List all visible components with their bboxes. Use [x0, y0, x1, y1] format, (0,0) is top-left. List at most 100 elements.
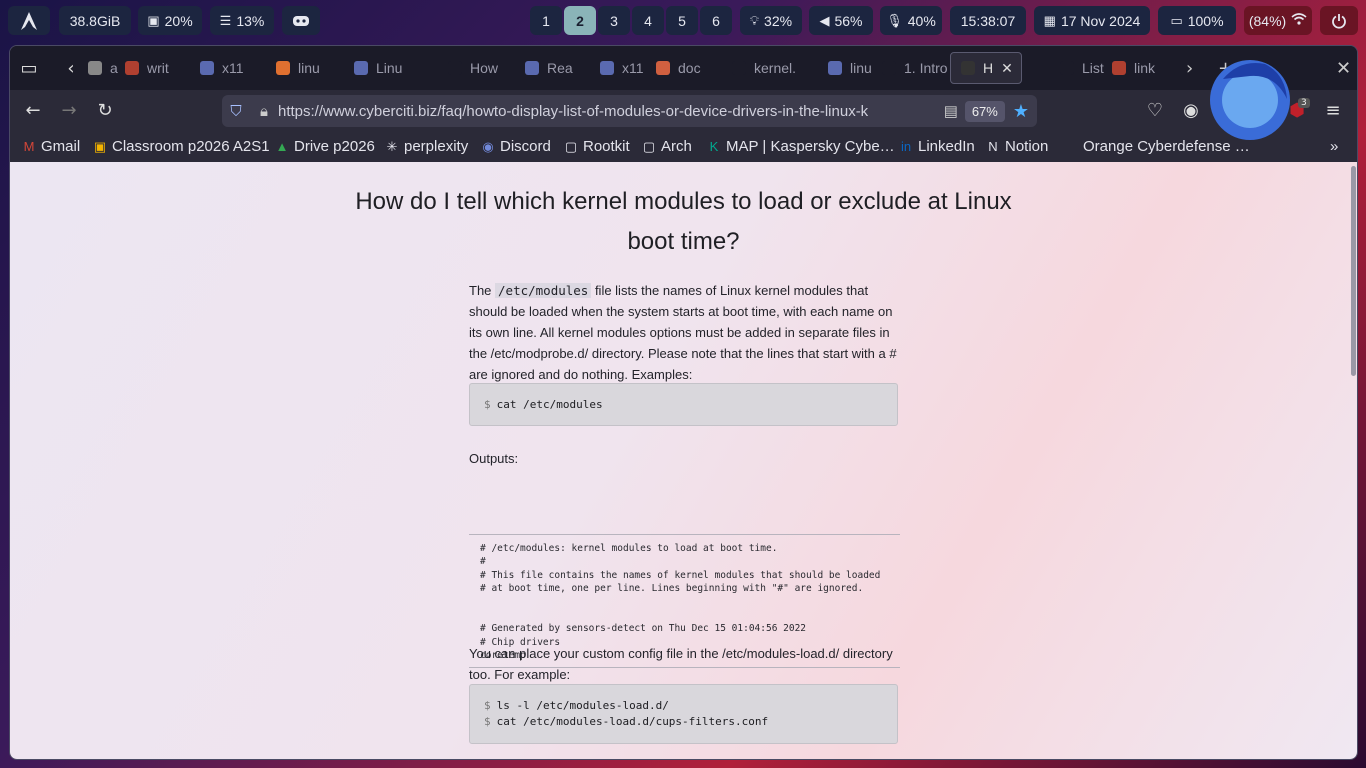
browser-tab[interactable]: List [1060, 52, 1104, 84]
browser-tab[interactable]: linu [276, 52, 320, 84]
system-top-bar: 38.8GiB ▣ 20% ☰ 13% 1 2 3 4 5 6 💡︎ 32% ◀… [0, 0, 1366, 42]
command-text: cat /etc/modules [496, 398, 603, 411]
power-icon[interactable] [1320, 6, 1358, 35]
bookmark-item[interactable]: in LinkedIn [899, 138, 975, 155]
clock-widget[interactable]: 15:38:07 [950, 6, 1026, 35]
bookmark-star-icon[interactable]: ★ [1013, 101, 1029, 122]
browser-tab[interactable]: a [88, 52, 118, 84]
browser-tab[interactable]: Linu [354, 52, 402, 84]
memory-widget[interactable]: 38.8GiB [59, 6, 131, 35]
close-window-icon[interactable]: ✕ [1336, 58, 1351, 79]
browser-tab[interactable]: H ✕ [950, 52, 1022, 84]
firefox-window: ▭ ‹ a writ x11 linu Linu How Rea x11 doc kernel. l… [9, 45, 1358, 760]
memory-value: 38.8GiB [69, 12, 121, 29]
discord-tray-icon[interactable] [282, 6, 320, 35]
hamburger-menu-icon[interactable]: ≡ [1322, 100, 1344, 121]
browser-tab[interactable]: writ [125, 52, 169, 84]
web-page-content: How do I tell which kernel modules to lo… [10, 162, 1357, 759]
reload-icon[interactable]: ↻ [94, 100, 116, 121]
intro-paragraph: The /etc/modules file lists the names of… [469, 283, 897, 382]
zoom-level-button[interactable]: 67% [964, 100, 1005, 122]
forward-arrow-icon[interactable]: → [58, 100, 80, 121]
microphone-widget[interactable]: 🎙︎ 40% [880, 6, 942, 35]
kaspersky-icon: K [709, 139, 719, 154]
microphone-icon: 🎙︎ [886, 12, 903, 28]
bookmark-label: Rootkit [583, 138, 630, 155]
date-widget[interactable]: ▦ 17 Nov 2024 [1034, 6, 1150, 35]
load-widget[interactable]: ☰ 13% [210, 6, 274, 35]
tab-favicon-icon [732, 61, 746, 75]
command-box-1[interactable]: $ cat /etc/modules [469, 383, 898, 426]
browser-tab[interactable]: doc [656, 52, 701, 84]
bookmark-label: Drive p2026 [294, 138, 375, 155]
bookmark-label: perplexity [404, 138, 469, 155]
workspace-3[interactable]: 3 [598, 6, 630, 35]
bookmark-item[interactable]: K MAP | Kaspersky Cybe… [707, 138, 895, 155]
close-tab-icon[interactable]: ✕ [1001, 60, 1013, 77]
browser-tab[interactable]: How [448, 52, 498, 84]
bookmark-item[interactable]: M Gmail [22, 138, 81, 155]
scroll-tabs-right-icon[interactable]: › [1186, 58, 1193, 79]
cpu-value: 20% [164, 12, 193, 29]
bookmark-item[interactable]: ◉ Discord [481, 138, 551, 155]
tab-favicon-icon [525, 61, 539, 75]
wifi-widget[interactable]: (84%) [1244, 6, 1312, 35]
cpu-widget[interactable]: ▣ 20% [138, 6, 202, 35]
url-text[interactable]: https://www.cyberciti.biz/faq/howto-disp… [278, 103, 937, 120]
bookmark-item[interactable]: ▲ Drive p2026 [275, 138, 375, 155]
bookmark-item[interactable]: ▢ Rootkit [564, 138, 630, 155]
bookmark-item[interactable]: ▢ Arch [642, 138, 692, 155]
bookmark-label: Notion [1005, 138, 1049, 155]
account-icon[interactable]: ◉ [1180, 100, 1202, 121]
bookmark-item[interactable]: ✳ perplexity [385, 138, 469, 155]
workspace-5[interactable]: 5 [666, 6, 698, 35]
tab-label: How [470, 60, 499, 76]
lock-icon[interactable]: 🔒︎ [250, 103, 278, 120]
browser-tab[interactable]: 1. Intro [882, 52, 948, 84]
workspace-4[interactable]: 4 [632, 6, 664, 35]
folder-icon: ▢ [564, 138, 578, 154]
more-bookmarks-chevron-icon[interactable]: » [1330, 138, 1338, 155]
page-scrollbar[interactable] [1351, 166, 1356, 376]
arch-logo-icon[interactable] [8, 6, 50, 35]
linkedin-icon: in [900, 139, 912, 154]
battery-widget[interactable]: ▭ 100% [1158, 6, 1236, 35]
discord-icon: ◉ [482, 138, 494, 154]
outputs-label: Outputs: [469, 451, 519, 466]
url-bar[interactable]: ⛉ 🔒︎ https://www.cyberciti.biz/faq/howto… [222, 95, 1037, 127]
workspace-1[interactable]: 1 [530, 6, 562, 35]
tab-favicon-icon [125, 61, 139, 75]
command-box-2[interactable]: $ ls -l /etc/modules-load.d/ $ cat /etc/mo… [469, 684, 898, 744]
brightness-widget[interactable]: 💡︎ 32% [740, 6, 802, 35]
workspace-6[interactable]: 6 [700, 6, 732, 35]
browser-tab[interactable]: link [1112, 52, 1155, 84]
article: How do I tell which kernel modules to lo… [10, 162, 1357, 759]
reader-view-icon[interactable]: ▤ [937, 102, 965, 120]
output-line: # This file contains the names of kernel… [480, 569, 881, 581]
workspace-2[interactable]: 2 [564, 6, 596, 35]
scroll-tabs-left-icon[interactable]: ‹ [60, 58, 82, 79]
bookmark-label: Discord [500, 138, 551, 155]
firefox-logo-icon [1210, 60, 1290, 140]
browser-tab[interactable]: kernel. [732, 52, 796, 84]
tab-favicon-icon [276, 61, 290, 75]
browser-tab[interactable]: x11 [600, 52, 644, 84]
bookmark-item[interactable]: ▣ Classroom p2026 A2S1 [93, 138, 270, 155]
tab-label: writ [147, 60, 169, 76]
back-arrow-icon[interactable]: ← [22, 100, 44, 121]
drive-icon: ▲ [275, 139, 289, 154]
tracking-protection-shield-icon[interactable]: ⛉ [222, 103, 250, 120]
bookmark-item[interactable]: N Notion [986, 138, 1048, 155]
date-value: 17 Nov 2024 [1060, 12, 1141, 29]
tab-label: H [983, 60, 994, 76]
tab-label: linu [298, 60, 320, 76]
tab-overview-icon[interactable]: ▭ [18, 58, 40, 79]
tab-favicon-icon [354, 61, 368, 75]
list-icon: ☰ [219, 12, 232, 28]
volume-widget[interactable]: ◀ 56% [809, 6, 873, 35]
pocket-icon[interactable]: ♡ [1144, 100, 1166, 121]
browser-tab[interactable]: x11 [200, 52, 244, 84]
browser-tab[interactable]: linu [828, 52, 872, 84]
browser-tab[interactable]: Rea [525, 52, 573, 84]
